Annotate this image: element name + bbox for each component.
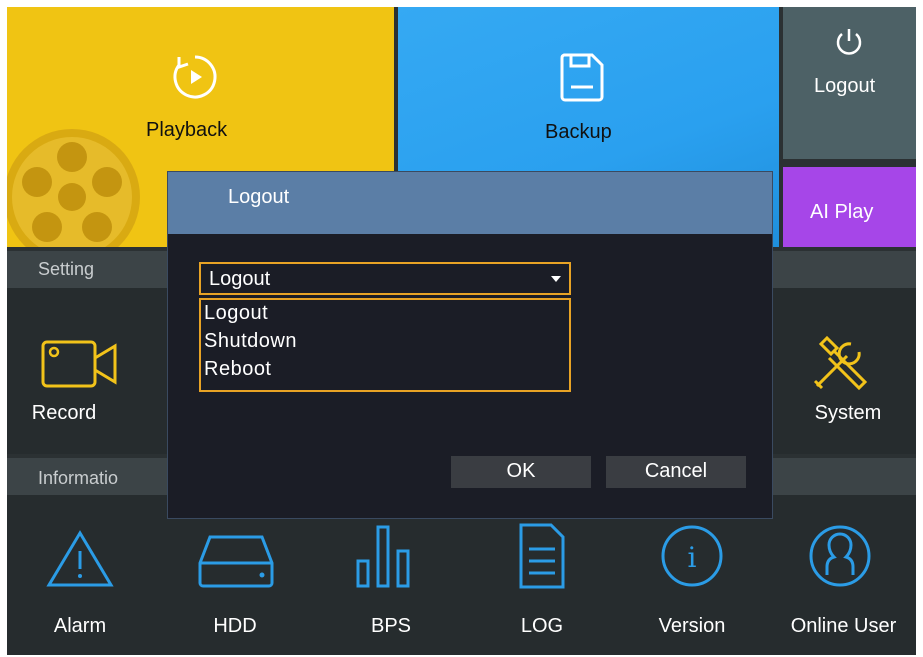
info-icon: i: [661, 525, 723, 587]
logout-action-select[interactable]: Logout: [199, 262, 571, 295]
ok-button[interactable]: OK: [451, 456, 591, 488]
select-value: Logout: [209, 268, 271, 290]
tools-icon: [813, 335, 868, 391]
logout-label: Logout: [814, 75, 876, 97]
playback-label: Playback: [146, 119, 228, 141]
information-section-title: Informatio: [38, 468, 119, 488]
ai-play-tile[interactable]: AI Play: [783, 167, 916, 247]
screen-frame: Playback Backup Logout AI Play Setting R…: [0, 0, 923, 657]
log-label: LOG: [520, 615, 564, 637]
online-user-app[interactable]: Online User: [767, 515, 916, 645]
record-label: Record: [31, 402, 97, 424]
svg-text:i: i: [688, 541, 697, 574]
system-app[interactable]: System: [777, 298, 907, 438]
dropdown-options-list: Logout Shutdown Reboot: [199, 298, 571, 392]
alarm-warning-icon: [46, 530, 114, 587]
record-app[interactable]: Record: [17, 298, 147, 438]
bps-label: BPS: [370, 615, 412, 637]
dialog-titlebar: Logout: [168, 172, 772, 234]
alarm-app[interactable]: Alarm: [27, 515, 137, 645]
user-icon: [809, 525, 871, 587]
film-reel-decoration: [7, 129, 140, 247]
option-logout[interactable]: Logout: [204, 302, 268, 325]
hdd-app[interactable]: HDD: [182, 515, 292, 645]
power-icon: [836, 29, 862, 55]
camera-icon: [41, 340, 117, 388]
logout-tile[interactable]: Logout: [783, 7, 916, 159]
hdd-icon: [198, 535, 274, 588]
bar-chart-icon: [356, 525, 410, 588]
bps-app[interactable]: BPS: [332, 515, 442, 645]
information-section-body: Alarm HDD BPS LOG i Version Online User: [7, 495, 916, 655]
log-document-icon: [519, 523, 565, 589]
option-reboot[interactable]: Reboot: [204, 358, 272, 381]
version-app[interactable]: i Version: [637, 515, 747, 645]
backup-label: Backup: [545, 121, 612, 143]
dialog-title: Logout: [228, 186, 290, 208]
cancel-button[interactable]: Cancel: [606, 456, 746, 488]
logout-dialog: Logout Logout Logout Shutdown Reboot OK …: [167, 171, 773, 519]
hdd-label: HDD: [213, 615, 257, 637]
system-label: System: [814, 402, 882, 424]
alarm-label: Alarm: [53, 615, 107, 637]
dvr-main-menu: Playback Backup Logout AI Play Setting R…: [7, 7, 916, 655]
online-user-label: Online User: [790, 615, 897, 637]
version-label: Version: [658, 615, 726, 637]
setting-section-title: Setting: [38, 259, 95, 279]
chevron-down-icon: [551, 276, 561, 282]
playback-icon: [173, 55, 217, 99]
log-app[interactable]: LOG: [487, 515, 597, 645]
floppy-disk-icon: [560, 53, 604, 102]
option-shutdown[interactable]: Shutdown: [204, 330, 297, 353]
ai-play-label: AI Play: [810, 201, 874, 223]
